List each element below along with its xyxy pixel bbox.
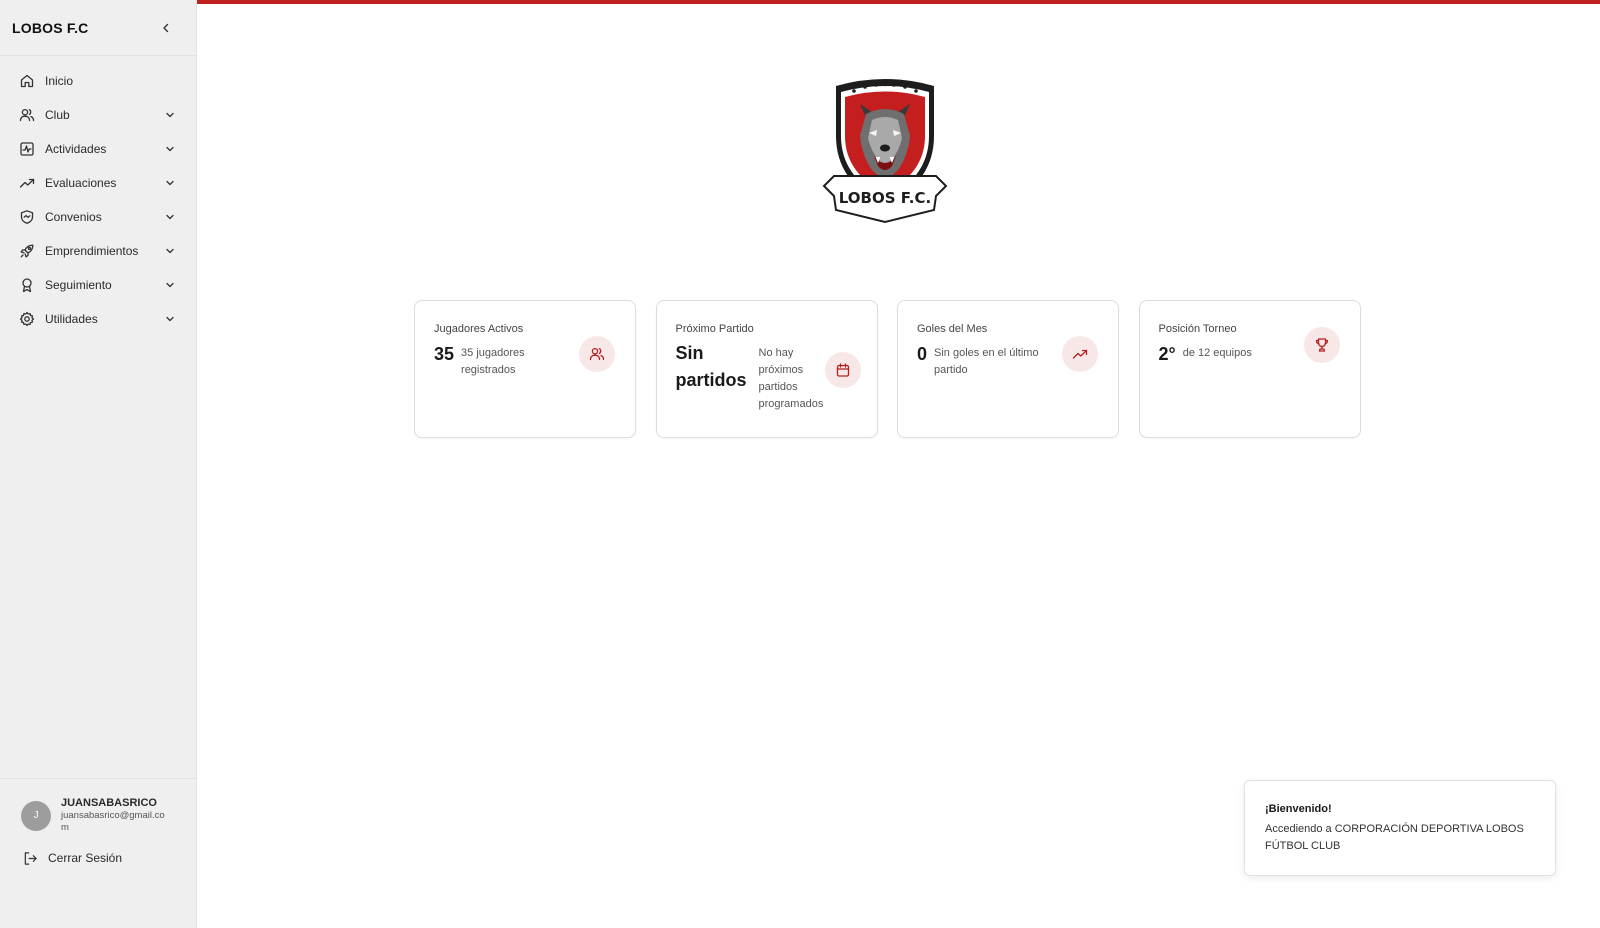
welcome-toast[interactable]: ¡Bienvenido! Accediendo a CORPORACIÓN DE… <box>1244 780 1556 876</box>
rocket-icon <box>18 242 36 260</box>
card-title: Goles del Mes <box>917 323 988 335</box>
trending-up-icon <box>18 174 36 192</box>
brand-title: LOBOS F.C <box>12 19 89 36</box>
logout-button[interactable]: Cerrar Sesión <box>0 850 196 866</box>
sidebar-item-label: Club <box>45 108 70 122</box>
user-email: juansabasrico@gmail.com <box>61 810 165 833</box>
chevron-down-icon <box>164 177 176 189</box>
sidebar-item-label: Utilidades <box>45 312 98 326</box>
logout-label: Cerrar Sesión <box>48 851 123 865</box>
card-title: Próximo Partido <box>675 323 754 335</box>
calendar-icon <box>824 352 861 388</box>
sidebar-item-label: Convenios <box>45 210 102 224</box>
logo-text: LOBOS F.C. <box>839 189 931 207</box>
card-value: 2° <box>1158 344 1176 364</box>
card-description: Sin goles en el último partido <box>934 347 1039 376</box>
chevron-left-icon <box>163 23 169 32</box>
sidebar-nav: Inicio Club Actividades Evaluaciones Con… <box>0 56 196 336</box>
card-description: 35 jugadores registrados <box>461 347 525 376</box>
sidebar-item-utilidades[interactable]: Utilidades <box>0 302 196 336</box>
chevron-down-icon <box>164 143 176 155</box>
users-icon <box>579 336 615 372</box>
stats-cards: Jugadores Activos 35 35 jugadores regist… <box>414 300 1380 438</box>
chevron-down-icon <box>164 245 176 257</box>
sidebar-item-actividades[interactable]: Actividades <box>0 132 196 166</box>
chevron-down-icon <box>164 313 176 325</box>
card-value: 0 <box>917 344 928 364</box>
stat-card-proximo-partido[interactable]: Próximo Partido Sin partidos No hay próx… <box>655 300 878 438</box>
stat-card-goles[interactable]: Goles del Mes 0 Sin goles en el último p… <box>897 300 1119 438</box>
trophy-icon <box>1303 327 1340 363</box>
chevron-down-icon <box>164 279 176 291</box>
card-title: Jugadores Activos <box>434 323 524 335</box>
card-description: de 12 equipos <box>1182 347 1252 359</box>
user-info: JUANSABASRICO juansabasrico@gmail.com <box>61 797 171 834</box>
stat-card-posicion[interactable]: Posición Torneo 2° de 12 equipos <box>1138 300 1361 438</box>
sidebar-item-label: Emprendimientos <box>45 244 139 258</box>
card-description: No hay próximos partidos programados <box>758 347 824 410</box>
sidebar-footer: J JUANSABASRICO juansabasrico@gmail.com … <box>0 778 196 928</box>
sidebar-item-label: Actividades <box>45 142 107 156</box>
avatar: J <box>21 800 51 831</box>
sidebar-item-inicio[interactable]: Inicio <box>0 64 196 98</box>
stat-card-jugadores[interactable]: Jugadores Activos 35 35 jugadores regist… <box>414 300 636 438</box>
collapse-sidebar-button[interactable] <box>158 20 174 36</box>
activity-icon <box>18 140 36 158</box>
user-profile[interactable]: J JUANSABASRICO juansabasrico@gmail.com <box>0 779 196 834</box>
sidebar-item-club[interactable]: Club <box>0 98 196 132</box>
logout-icon <box>22 850 38 866</box>
settings-icon <box>18 310 36 328</box>
user-name: JUANSABASRICO <box>61 797 157 809</box>
trending-up-icon <box>1062 336 1098 372</box>
sidebar-item-seguimiento[interactable]: Seguimiento <box>0 268 196 302</box>
toast-title: ¡Bienvenido! <box>1265 803 1332 815</box>
sidebar-item-emprendimientos[interactable]: Emprendimientos <box>0 234 196 268</box>
sidebar: LOBOS F.C Inicio Club Actividades Evalua… <box>0 0 197 928</box>
club-logo: LOBOS F.C. <box>822 79 948 224</box>
card-value: 35 <box>434 344 455 364</box>
sidebar-item-label: Inicio <box>45 74 74 88</box>
home-icon <box>18 72 36 90</box>
chevron-down-icon <box>164 211 176 223</box>
sidebar-item-evaluaciones[interactable]: Evaluaciones <box>0 166 196 200</box>
top-accent-bar <box>197 0 1600 4</box>
sidebar-item-convenios[interactable]: Convenios <box>0 200 196 234</box>
sidebar-item-label: Evaluaciones <box>45 176 117 190</box>
chevron-down-icon <box>164 109 176 121</box>
handshake-icon <box>18 208 36 226</box>
award-icon <box>18 276 36 294</box>
sidebar-item-label: Seguimiento <box>45 278 112 292</box>
users-icon <box>18 106 36 124</box>
toast-message: Accediendo a CORPORACIÓN DEPORTIVA LOBOS… <box>1265 823 1524 852</box>
sidebar-header: LOBOS F.C <box>0 0 196 56</box>
card-value: Sin partidos <box>675 343 747 390</box>
